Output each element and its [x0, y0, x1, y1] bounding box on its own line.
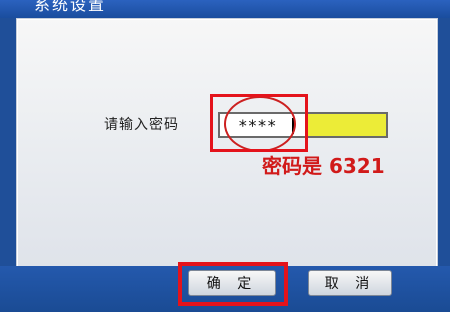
ok-button-annotation [178, 262, 288, 306]
cancel-button-label: 取 消 [324, 276, 376, 292]
window-title: 系统设置 [34, 0, 107, 14]
cancel-button[interactable]: 取 消 [308, 270, 392, 296]
password-hint-annotation: 密码是 6321 [262, 154, 385, 178]
window-titlebar: 系统设置 [0, 0, 450, 18]
password-rect-annotation [210, 94, 308, 152]
settings-window: 系统设置 请输入密码 密码是 6321 确 定 取 消 [0, 0, 450, 312]
password-label: 请输入密码 [104, 117, 179, 133]
